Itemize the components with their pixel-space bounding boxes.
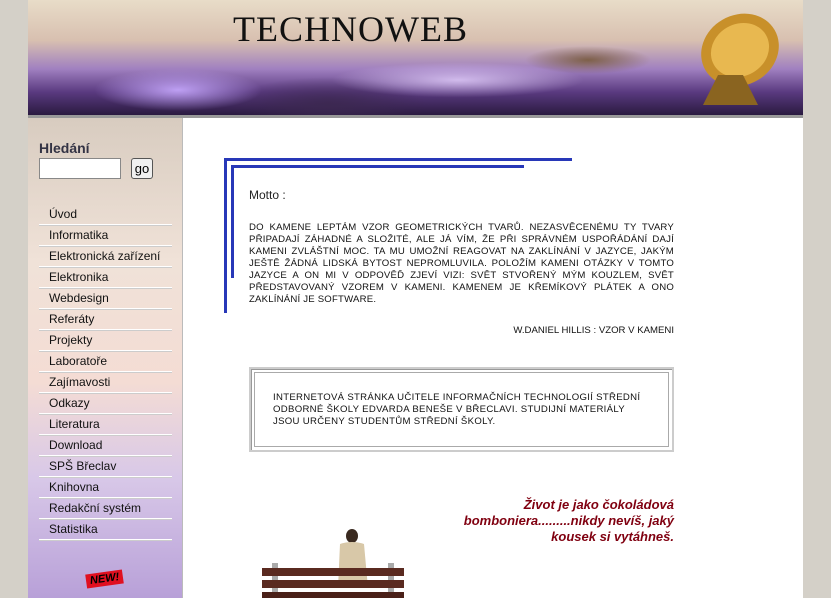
nav-item-elektronika[interactable]: Elektronika — [39, 267, 172, 288]
nav-item-informatika[interactable]: Informatika — [39, 225, 172, 246]
quote-text: Život je jako čokoládová bomboniera.....… — [463, 497, 674, 544]
search-label: Hledání — [39, 140, 90, 156]
site-logo-title: TECHNOWEB — [233, 9, 468, 49]
motto-text: DO KAMENE LEPTÁM VZOR GEOMETRICKÝCH TVAR… — [249, 222, 674, 305]
nav-item-zajimavosti[interactable]: Zajímavosti — [39, 372, 172, 393]
info-box: INTERNETOVÁ STRÁNKA UČITELE INFORMAČNÍCH… — [249, 367, 674, 452]
search-go-button[interactable]: go — [131, 158, 153, 179]
nav-item-statistika[interactable]: Statistika — [39, 519, 172, 540]
nav-item-laboratore[interactable]: Laboratoře — [39, 351, 172, 372]
nav-item-uvod[interactable]: Úvod — [39, 204, 172, 225]
header-banner: TECHNOWEB — [28, 0, 803, 118]
nav-item-odkazy[interactable]: Odkazy — [39, 393, 172, 414]
nav-item-knihovna[interactable]: Knihovna — [39, 477, 172, 498]
nav-item-webdesign[interactable]: Webdesign — [39, 288, 172, 309]
search-input[interactable] — [39, 158, 121, 179]
satellite-dish-icon — [701, 13, 779, 105]
info-text: INTERNETOVÁ STRÁNKA UČITELE INFORMAČNÍCH… — [273, 392, 641, 427]
nav-item-download[interactable]: Download — [39, 435, 172, 456]
motto-label: Motto : — [249, 188, 286, 202]
bench-man-image — [262, 529, 404, 598]
motto-author: W.DANIEL HILLIS : VZOR V KAMENI — [513, 325, 674, 336]
sidebar: Hledání go Úvod Informatika Elektronická… — [28, 118, 183, 598]
nav-item-sps-breclav[interactable]: SPŠ Břeclav — [39, 456, 172, 477]
new-badge[interactable]: NEW! — [85, 569, 125, 589]
nav-item-literatura[interactable]: Literatura — [39, 414, 172, 435]
nav-item-elektronicka-zarizeni[interactable]: Elektronická zařízení — [39, 246, 172, 267]
page: TECHNOWEB Hledání go Úvod Informatika El… — [28, 0, 803, 598]
nav-item-redakcni-system[interactable]: Redakční systém — [39, 498, 172, 519]
nav-menu: Úvod Informatika Elektronická zařízení E… — [39, 204, 172, 540]
nav-item-projekty[interactable]: Projekty — [39, 330, 172, 351]
nav-item-referaty[interactable]: Referáty — [39, 309, 172, 330]
